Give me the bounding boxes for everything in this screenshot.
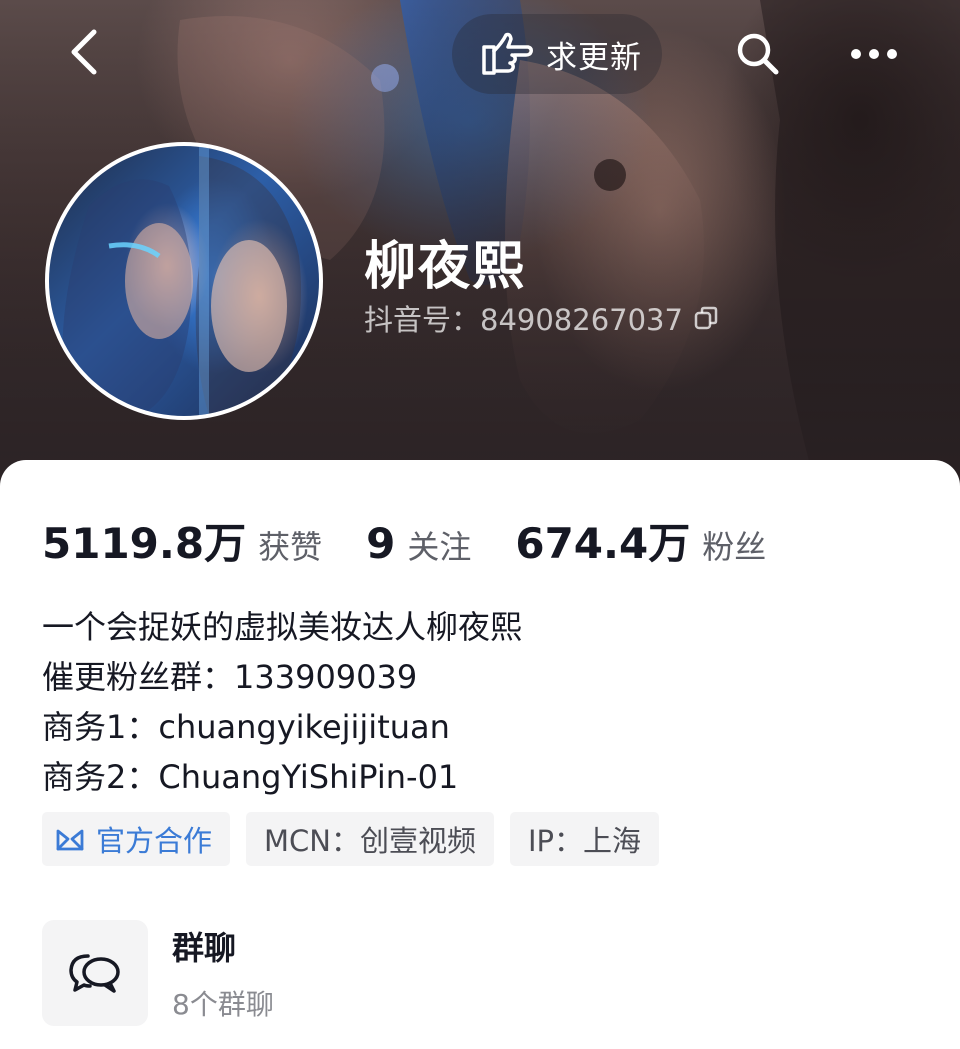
mcn-label: MCN：创壹视频 (264, 824, 476, 858)
group-chat-title: 群聊 (172, 929, 237, 967)
back-button[interactable] (52, 20, 116, 84)
more-options-button[interactable] (842, 22, 906, 86)
bio: 一个会捉妖的虚拟美妆达人柳夜熙 催更粉丝群：133909039 商务1：chua… (42, 602, 922, 802)
profile-name: 柳夜熙 (364, 237, 527, 297)
likes-stat[interactable]: 5119.8万 获赞 (42, 510, 322, 571)
following-label: 关注 (407, 528, 472, 566)
copy-icon[interactable] (693, 305, 719, 331)
request-update-button[interactable]: 求更新 (452, 14, 662, 94)
stats-row: 5119.8万 获赞 9 关注 674.4万 粉丝 (42, 510, 810, 571)
group-chat-count: 8个群聊 (172, 988, 274, 1021)
bio-line: 商务1：chuangyikejijituan (42, 708, 450, 746)
official-cooperation-tag[interactable]: 官方合作 (42, 812, 231, 866)
group-chat-icon-box (42, 920, 148, 1026)
official-badge-icon (54, 823, 86, 855)
group-chat-entry[interactable]: 群聊 8个群聊 (42, 918, 542, 1028)
bio-line: 一个会捉妖的虚拟美妆达人柳夜熙 (42, 608, 523, 646)
profile-info-card: 5119.8万 获赞 9 关注 674.4万 粉丝 一个会捉妖的虚拟美妆达人柳夜… (0, 460, 960, 1049)
douyin-id-text: 抖音号：84908267037 (364, 303, 683, 337)
followers-label: 粉丝 (702, 528, 767, 566)
more-dots-icon (851, 49, 897, 59)
profile-page: 求更新 柳夜熙 抖音号：84908267037 5119.8万 获赞 9 关注 … (0, 0, 960, 1049)
request-update-label: 求更新 (546, 39, 642, 76)
chevron-left-icon (71, 29, 97, 75)
likes-count: 5119.8万 (42, 519, 247, 568)
following-count: 9 (366, 519, 396, 568)
ip-location-tag: IP：上海 (509, 812, 660, 866)
followers-count: 674.4万 (515, 519, 691, 568)
mcn-tag[interactable]: MCN：创壹视频 (246, 812, 494, 866)
profile-cover-banner: 求更新 柳夜熙 抖音号：84908267037 (0, 0, 960, 500)
bio-line: 催更粉丝群：133909039 (42, 658, 418, 696)
bio-line: 商务2：ChuangYiShiPin-01 (42, 758, 459, 796)
avatar-art (62, 146, 301, 416)
douyin-id: 抖音号：84908267037 (364, 298, 719, 338)
followers-stat[interactable]: 674.4万 粉丝 (515, 510, 766, 571)
following-stat[interactable]: 9 关注 (366, 519, 471, 568)
top-navigation-bar: 求更新 (0, 0, 960, 110)
likes-label: 获赞 (258, 528, 323, 566)
avatar[interactable] (45, 142, 323, 420)
chat-bubbles-icon (69, 954, 120, 993)
ip-location-label: IP：上海 (527, 824, 642, 858)
official-cooperation-label: 官方合作 (96, 824, 213, 858)
group-chat-texts: 群聊 8个群聊 (172, 923, 274, 1023)
search-icon (737, 33, 779, 75)
pointing-hand-icon (478, 30, 534, 78)
profile-tags: 官方合作 MCN：创壹视频 IP：上海 (42, 812, 660, 866)
search-button[interactable] (726, 22, 790, 86)
